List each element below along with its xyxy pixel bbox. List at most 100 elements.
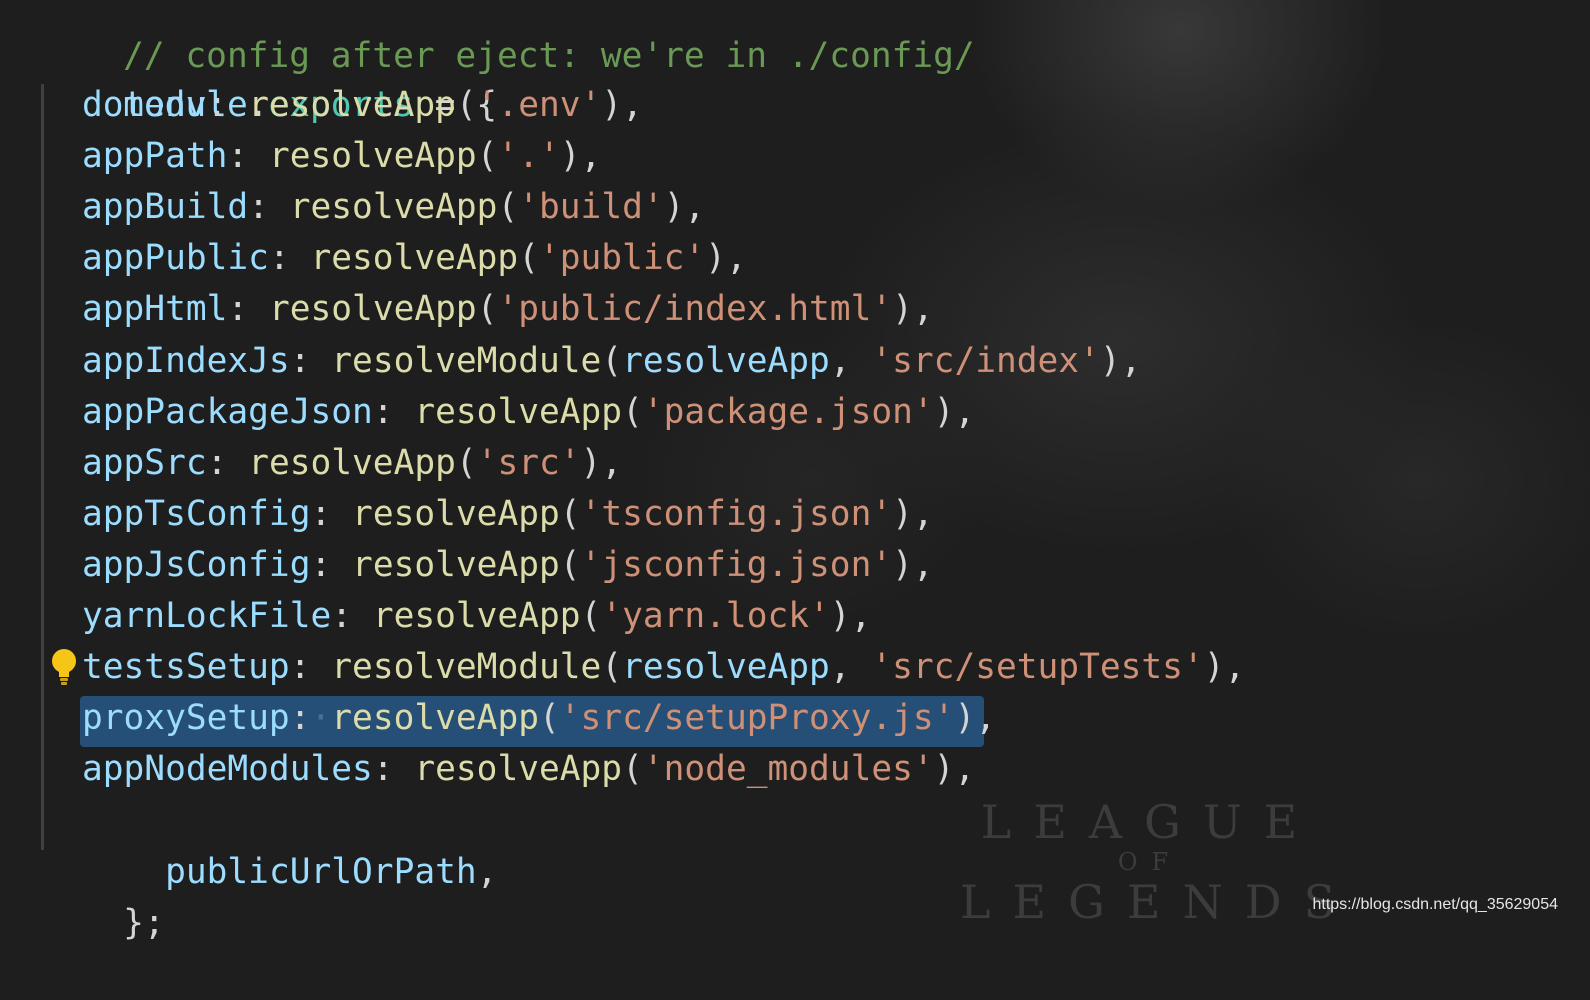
close-paren: ), (954, 698, 996, 738)
code-line-shorthand[interactable]: publicUrlOrPath, (40, 796, 497, 892)
open-paren: ( (476, 136, 498, 176)
colon: : (206, 85, 228, 125)
code-line-appPublic[interactable]: appPublic: resolveApp('public'), (40, 233, 747, 284)
code-line-appPath[interactable]: appPath: resolveApp('.'), (40, 131, 601, 182)
argument: resolveApp (622, 341, 830, 381)
code-line-proxySetup[interactable]: proxySetup:·resolveApp('src/setupProxy.j… (40, 693, 996, 744)
code-line-appIndexJs[interactable]: appIndexJs: resolveModule(resolveApp, 's… (40, 336, 1141, 387)
open-paren: ( (476, 289, 498, 329)
open-paren: ( (622, 749, 643, 789)
function-name: resolveApp (352, 494, 560, 534)
function-name: resolveModule (331, 647, 602, 687)
close-paren: ), (892, 289, 934, 329)
function-name: resolveApp (248, 85, 456, 125)
string-literal: 'public/index.html' (497, 289, 893, 329)
open-paren: ( (455, 443, 477, 483)
string-literal: 'build' (518, 187, 664, 227)
function-name: resolveModule (331, 341, 602, 381)
colon: : (227, 136, 249, 176)
code-line-comment[interactable]: // config after eject: we're in ./config… (40, 0, 975, 76)
object-key: dotenv (82, 85, 207, 125)
whitespace: · (310, 698, 332, 738)
string-literal: '.' (497, 136, 560, 176)
object-key: testsSetup (82, 647, 290, 687)
function-name: resolveApp (310, 238, 519, 278)
string-literal: 'src' (476, 443, 581, 483)
code-line-appJsConfig[interactable]: appJsConfig: resolveApp('jsconfig.json')… (40, 540, 934, 591)
string-literal: '.env' (476, 85, 602, 125)
object-key: appNodeModules (82, 749, 373, 789)
code-line-appHtml[interactable]: appHtml: resolveApp('public/index.html')… (40, 284, 934, 335)
string-literal: 'yarn.lock' (601, 596, 830, 636)
close-paren: ), (933, 392, 976, 432)
close-paren: ), (933, 749, 976, 789)
close-paren: ), (892, 494, 934, 534)
close-paren: ), (829, 596, 872, 636)
code-line-closing[interactable]: }; (40, 847, 165, 943)
comma: , (476, 852, 498, 892)
code-line-appTsConfig[interactable]: appTsConfig: resolveApp('tsconfig.json')… (40, 489, 934, 540)
code-line-appNodeModules[interactable]: appNodeModules: resolveApp('node_modules… (40, 744, 975, 795)
function-name: resolveApp (331, 698, 539, 738)
object-key: appPublic (82, 238, 269, 278)
colon: : (331, 596, 353, 636)
function-name: resolveApp (289, 187, 498, 227)
function-name: resolveApp (248, 443, 456, 483)
code-line-dotenv[interactable]: dotenv: resolveApp('.env'), (40, 80, 643, 131)
object-key: yarnLockFile (82, 596, 332, 636)
closing-brace: }; (123, 903, 165, 943)
function-name: resolveApp (414, 392, 623, 432)
colon: : (372, 392, 394, 432)
open-paren: ( (539, 698, 560, 738)
open-paren: ( (601, 647, 623, 687)
code-line-appSrc[interactable]: appSrc: resolveApp('src'), (40, 438, 622, 489)
open-paren: ( (559, 494, 581, 534)
close-paren: ), (559, 136, 602, 176)
code-line-module-exports[interactable]: module.exports = { (40, 29, 497, 125)
open-paren: ( (497, 187, 519, 227)
close-paren: ), (601, 85, 643, 125)
close-paren: ), (1099, 341, 1142, 381)
code-line-yarnLockFile[interactable]: yarnLockFile: resolveApp('yarn.lock'), (40, 591, 871, 642)
open-paren: ( (518, 238, 539, 278)
object-key: appPath (82, 136, 228, 176)
colon: : (372, 749, 394, 789)
colon: : (268, 238, 290, 278)
code-line-appPackageJson[interactable]: appPackageJson: resolveApp('package.json… (40, 387, 975, 438)
object-key: appSrc (82, 443, 207, 483)
function-name: resolveApp (268, 289, 477, 329)
colon: : (248, 187, 269, 227)
code-line-testsSetup[interactable]: testsSetup: resolveModule(resolveApp, 's… (40, 642, 1245, 693)
arg-separator: , (829, 647, 872, 687)
argument: resolveApp (622, 647, 830, 687)
colon: : (310, 545, 332, 585)
string-literal: 'src/setupProxy.js' (559, 698, 955, 738)
function-name: resolveApp (414, 749, 623, 789)
code-line-appBuild[interactable]: appBuild: resolveApp('build'), (40, 182, 705, 233)
source-url: https://blog.csdn.net/qq_35629054 (1312, 896, 1558, 913)
string-literal: 'package.json' (642, 392, 934, 432)
open-paren: ( (601, 341, 623, 381)
shorthand-key: publicUrlOrPath (165, 852, 477, 892)
object-key: proxySetup (82, 698, 290, 738)
object-key: appHtml (82, 289, 228, 329)
object-key: appBuild (82, 187, 249, 227)
colon: : (289, 341, 311, 381)
string-literal: 'src/index' (871, 341, 1100, 381)
open-paren: ( (580, 596, 602, 636)
lightbulb-icon[interactable] (50, 648, 78, 686)
code-editor[interactable]: // config after eject: we're in ./config… (0, 0, 1590, 943)
open-paren: ( (455, 85, 477, 125)
string-literal: 'public' (539, 238, 706, 278)
